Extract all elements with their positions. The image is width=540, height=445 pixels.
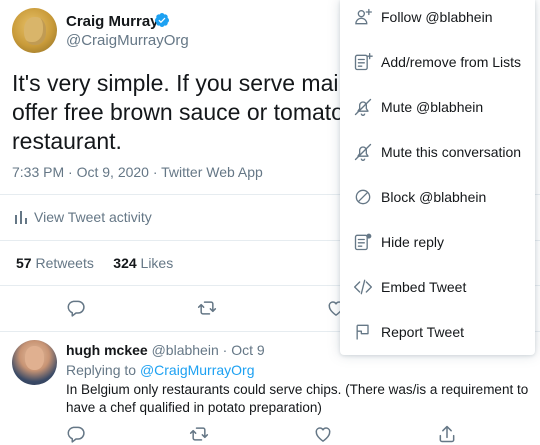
block-icon	[355, 189, 371, 204]
reply-separator: ·	[222, 342, 228, 358]
tweet-timestamp[interactable]: 7:33 PM · Oct 9, 2020 · Twitter Web App	[12, 164, 263, 180]
share-icon[interactable]	[437, 424, 457, 444]
analytics-icon	[15, 211, 27, 224]
reply-author-name[interactable]: hugh mckee	[66, 342, 148, 358]
menu-item-label: Mute @blabhein	[381, 98, 484, 115]
likes-stat[interactable]: 324 Likes	[113, 255, 173, 271]
replying-to-label: Replying to	[66, 362, 137, 378]
replying-to: Replying to @CraigMurrayOrg	[66, 362, 255, 378]
activity-label: View Tweet activity	[34, 209, 152, 225]
retweets-label: Retweets	[35, 255, 94, 271]
tweet-stats: 57 Retweets 324 Likes	[16, 255, 173, 271]
menu-item-label: Hide reply	[381, 233, 445, 250]
menu-item-label: Embed Tweet	[381, 278, 467, 295]
menu-item-block[interactable]: Block @blabhein	[340, 174, 535, 219]
retweet-icon[interactable]	[197, 298, 217, 318]
reply-author-handle[interactable]: @blabhein	[152, 342, 219, 358]
author-name[interactable]: Craig Murray	[66, 13, 159, 30]
reply-text-line: In Belgium only restaurants could serve …	[66, 382, 529, 397]
embed-icon	[354, 279, 372, 294]
report-icon	[356, 324, 369, 339]
reply-text-line: have a chef qualified in potato preparat…	[66, 400, 322, 415]
reply-author-avatar[interactable]	[12, 340, 57, 385]
retweets-stat[interactable]: 57 Retweets	[16, 255, 94, 271]
view-tweet-activity-link[interactable]: View Tweet activity	[14, 209, 152, 225]
hide-reply-icon	[354, 233, 372, 250]
reply-date[interactable]: Oct 9	[231, 342, 264, 358]
retweets-count: 57	[16, 255, 32, 271]
menu-item-hide-reply[interactable]: Hide reply	[340, 219, 535, 264]
author-avatar[interactable]	[12, 8, 57, 53]
author-handle[interactable]: @CraigMurrayOrg	[66, 32, 189, 49]
mute-conversation-icon	[354, 143, 372, 161]
like-icon[interactable]	[313, 424, 333, 444]
reply-options-menu: Follow @blabhein Add/remove from Lists M…	[340, 0, 535, 355]
menu-item-mute-user[interactable]: Mute @blabhein	[340, 84, 535, 129]
reply-icon[interactable]	[66, 298, 86, 318]
reply-header: hugh mckee @blabhein · Oct 9	[66, 342, 265, 358]
menu-item-label: Report Tweet	[381, 323, 465, 340]
menu-item-lists[interactable]: Add/remove from Lists	[340, 39, 535, 84]
menu-item-label: Mute this conversation	[381, 143, 522, 160]
menu-item-label: Add/remove from Lists	[381, 53, 522, 70]
replying-to-handle-link[interactable]: @CraigMurrayOrg	[140, 362, 255, 378]
menu-item-label: Follow @blabhein	[381, 8, 493, 25]
likes-label: Likes	[140, 255, 174, 271]
likes-count: 324	[113, 255, 137, 271]
menu-item-report[interactable]: Report Tweet	[340, 309, 535, 354]
verified-badge-icon	[154, 13, 169, 27]
reply-icon[interactable]	[66, 424, 86, 444]
follow-icon	[355, 8, 372, 24]
menu-item-follow[interactable]: Follow @blabhein	[340, 0, 535, 39]
reply-text: In Belgium only restaurants could serve …	[66, 381, 536, 417]
menu-item-mute-conversation[interactable]: Mute this conversation	[340, 129, 535, 174]
menu-item-embed[interactable]: Embed Tweet	[340, 264, 535, 309]
menu-item-label: Block @blabhein	[381, 188, 487, 205]
list-icon	[354, 52, 373, 70]
mute-icon	[354, 98, 372, 116]
retweet-icon[interactable]	[189, 424, 209, 444]
